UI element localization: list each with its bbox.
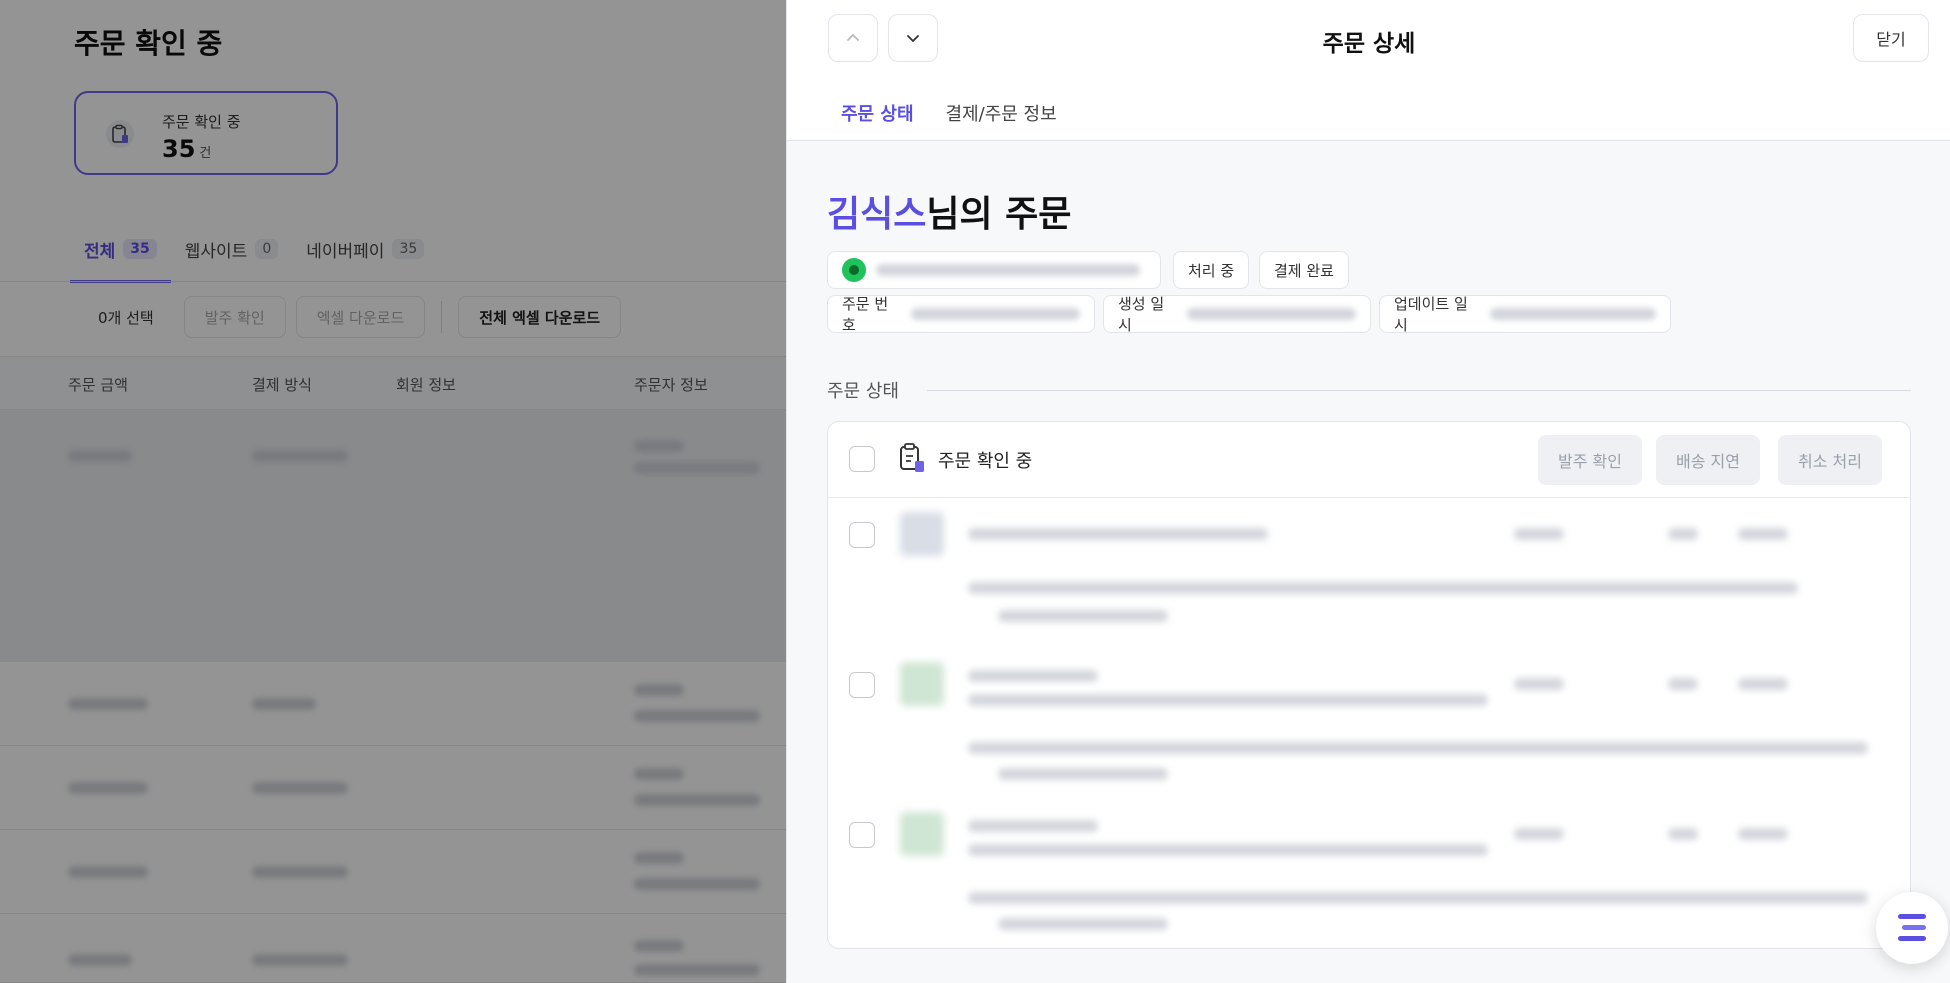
item-checkbox[interactable]: [849, 672, 875, 698]
drawer-title: 주문 상세: [1322, 31, 1416, 57]
product-thumbnail: [900, 662, 944, 706]
close-button[interactable]: 닫기: [1853, 14, 1929, 62]
list-item: [828, 498, 1910, 648]
section-title: 주문 상태: [827, 381, 899, 402]
confirm-order-button[interactable]: 발주 확인: [1538, 435, 1642, 485]
created-at-chip: 생성 일시: [1103, 295, 1371, 334]
status-badge: 처리 중: [1173, 251, 1250, 289]
order-headline: 김식스님의 주문: [827, 194, 1072, 235]
product-thumbnail: [900, 812, 944, 856]
order-number-chip: 주문 번호: [827, 295, 1095, 334]
menu-lines-icon: [1898, 914, 1926, 941]
customer-name: 김식스: [827, 194, 927, 235]
clipboard-clock-icon: [898, 442, 926, 478]
delay-shipping-button[interactable]: 배송 지연: [1656, 435, 1760, 485]
order-detail-drawer: 주문 상세 닫기 주문 상태 결제/주문 정보 김식스님의 주문 처리 중 결제…: [786, 0, 1950, 983]
list-item: [828, 798, 1910, 948]
item-checkbox[interactable]: [849, 522, 875, 548]
order-status-panel: 주문 확인 중 발주 확인 배송 지연 취소 처리: [827, 421, 1911, 949]
tab-order-status[interactable]: 주문 상태: [829, 92, 926, 143]
panel-header: 주문 확인 중 발주 확인 배송 지연 취소 처리: [828, 422, 1910, 498]
channel-chip: [827, 251, 1161, 289]
item-checkbox[interactable]: [849, 822, 875, 848]
panel-status-label: 주문 확인 중: [938, 451, 1033, 472]
naver-pay-logo-icon: [842, 258, 866, 282]
modal-backdrop[interactable]: [0, 0, 786, 983]
product-thumbnail: [900, 512, 944, 556]
updated-at-chip: 업데이트 일시: [1379, 295, 1671, 334]
detail-tabs: 주문 상태 결제/주문 정보: [829, 92, 1069, 143]
select-all-checkbox[interactable]: [849, 446, 875, 472]
drawer-body: 김식스님의 주문 처리 중 결제 완료 주문 번호 생성 일시 업데이트 일시 …: [787, 141, 1950, 983]
list-item: [828, 648, 1910, 798]
tab-payment-order-info[interactable]: 결제/주문 정보: [934, 92, 1069, 142]
section-divider: [927, 390, 1911, 391]
menu-fab-button[interactable]: [1876, 892, 1948, 964]
payment-status-badge: 결제 완료: [1259, 251, 1349, 289]
cancel-order-button[interactable]: 취소 처리: [1778, 435, 1882, 485]
